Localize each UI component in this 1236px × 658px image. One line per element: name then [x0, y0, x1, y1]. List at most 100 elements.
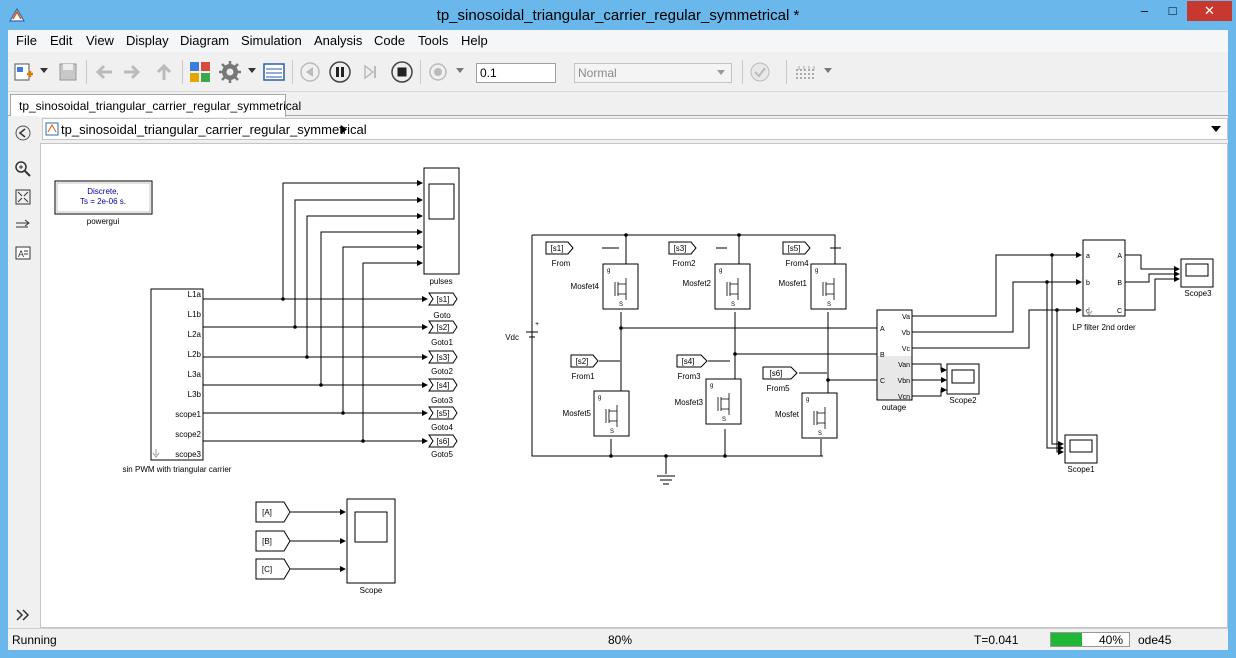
progress-label: 40%: [1099, 633, 1124, 647]
svg-text:g: g: [607, 268, 610, 274]
svg-text:From3: From3: [677, 372, 701, 381]
spwm-port-scope1: scope1: [175, 410, 201, 419]
model-config-icon[interactable]: [218, 60, 242, 84]
simulation-mode-select[interactable]: Normal: [574, 63, 732, 83]
mosfet5[interactable]: g S Mosfet5: [563, 390, 630, 437]
maximize-button[interactable]: □: [1159, 1, 1186, 21]
svg-text:[s4]: [s4]: [437, 381, 450, 390]
svg-text:Mosfet5: Mosfet5: [563, 409, 592, 418]
goto-s2[interactable]: [s2] Goto1: [428, 320, 458, 347]
goto-s3[interactable]: [s3] Goto2: [428, 350, 458, 376]
chevron-down-icon[interactable]: [456, 68, 464, 74]
minimize-button[interactable]: –: [1131, 1, 1158, 21]
forward-icon[interactable]: [120, 60, 144, 84]
mosfet[interactable]: g S Mosfet: [775, 392, 838, 439]
back-icon[interactable]: [92, 60, 116, 84]
menu-code[interactable]: Code: [374, 33, 405, 48]
build-icon[interactable]: [794, 60, 818, 84]
powergui-line1: Discrete,: [87, 187, 119, 196]
chevron-down-icon[interactable]: [1211, 126, 1221, 133]
close-button[interactable]: ✕: [1187, 1, 1232, 21]
mosfet1[interactable]: g S Mosfet1: [779, 263, 847, 310]
chevron-right-icon[interactable]: [341, 125, 347, 134]
scope-block[interactable]: Scope: [346, 498, 396, 595]
step-forward-icon[interactable]: [358, 60, 382, 84]
menu-tools[interactable]: Tools: [418, 33, 448, 48]
new-model-icon[interactable]: [12, 60, 36, 84]
vdc-source[interactable]: Vdc +: [505, 321, 539, 342]
from-c[interactable]: [C]: [255, 558, 291, 580]
record-icon[interactable]: [426, 60, 450, 84]
spwm-subsystem-block[interactable]: L1a L1b L2a L2b L3a L3b scope1 scope2 sc…: [123, 288, 232, 474]
up-icon[interactable]: [152, 60, 176, 84]
from-s6[interactable]: [s6] From5: [762, 366, 798, 393]
menu-help[interactable]: Help: [461, 33, 488, 48]
stop-time-input[interactable]: [476, 63, 556, 83]
library-browser-icon[interactable]: [188, 60, 212, 84]
model-canvas[interactable]: Discrete, Ts = 2e-06 s. powergui L1a L1b…: [40, 143, 1228, 628]
goto-s5[interactable]: [s5] Goto4: [428, 406, 458, 432]
breadcrumb-path[interactable]: tp_sinosoidal_triangular_carrier_regular…: [61, 122, 367, 137]
svg-text:Vc: Vc: [902, 346, 911, 353]
pause-icon[interactable]: [328, 60, 352, 84]
model-explorer-icon[interactable]: [262, 60, 286, 84]
menu-diagram[interactable]: Diagram: [180, 33, 229, 48]
voltage-measurement-block[interactable]: A B C Va Vb Vc Van Vbn Vcn outage: [876, 309, 913, 412]
tab-model[interactable]: tp_sinosoidal_triangular_carrier_regular…: [10, 94, 301, 117]
from-s1[interactable]: [s1] From: [545, 241, 574, 268]
lp-filter-block[interactable]: a b c A B C LP filter 2nd order: [1072, 239, 1136, 332]
annotation-icon[interactable]: A: [14, 244, 32, 262]
goto-s4[interactable]: [s4] Goto3: [428, 378, 458, 405]
expand-icon[interactable]: [14, 606, 32, 624]
mosfet3[interactable]: g S Mosfet3: [675, 378, 742, 425]
from-s3[interactable]: [s3] From2: [668, 241, 697, 268]
menu-view[interactable]: View: [86, 33, 114, 48]
save-icon[interactable]: [56, 60, 80, 84]
arrow-icon[interactable]: [14, 216, 32, 234]
svg-text:[s5]: [s5]: [437, 409, 450, 418]
svg-text:g: g: [710, 383, 713, 389]
from-a[interactable]: [A]: [255, 501, 291, 523]
powergui-block[interactable]: Discrete, Ts = 2e-06 s. powergui: [54, 180, 153, 226]
menu-analysis[interactable]: Analysis: [314, 33, 362, 48]
svg-text:Mosfet4: Mosfet4: [571, 282, 600, 291]
svg-text:Goto1: Goto1: [431, 338, 453, 347]
svg-text:From5: From5: [766, 384, 790, 393]
step-back-icon[interactable]: [298, 60, 322, 84]
menu-edit[interactable]: Edit: [50, 33, 72, 48]
stop-icon[interactable]: [390, 60, 414, 84]
mosfet4[interactable]: g S Mosfet4: [571, 263, 639, 310]
menu-display[interactable]: Display: [126, 33, 169, 48]
measurement-lines: [912, 252, 1180, 455]
goto-s6[interactable]: [s6] Goto5: [428, 434, 458, 459]
chevron-down-icon[interactable]: [40, 68, 48, 74]
goto-s1[interactable]: [s1] Goto: [428, 292, 458, 320]
from-b[interactable]: [B]: [255, 530, 291, 552]
menu-simulation[interactable]: Simulation: [241, 33, 302, 48]
chevron-down-icon[interactable]: [824, 68, 832, 74]
from-s5[interactable]: [s5] From4: [782, 241, 811, 268]
zoom-icon[interactable]: [14, 160, 32, 178]
svg-text:Mosfet1: Mosfet1: [779, 279, 808, 288]
from-s2[interactable]: [s2] From1: [570, 354, 599, 381]
menu-file[interactable]: File: [16, 33, 37, 48]
status-solver: ode45: [1138, 633, 1172, 647]
svg-text:[C]: [C]: [262, 565, 272, 574]
svg-text:Vdc: Vdc: [505, 333, 519, 342]
fit-view-icon[interactable]: [14, 188, 32, 206]
scope1-block[interactable]: Scope1: [1064, 434, 1098, 474]
hide-explorer-icon[interactable]: [14, 124, 32, 142]
scope3-block[interactable]: Scope3: [1180, 258, 1214, 298]
simulation-mode-value: Normal: [578, 66, 617, 80]
scope2-block[interactable]: Scope2: [946, 363, 980, 405]
chevron-down-icon[interactable]: [248, 68, 256, 74]
mosfet2[interactable]: g S Mosfet2: [683, 263, 751, 310]
svg-text:Va: Va: [902, 314, 910, 321]
svg-text:g: g: [598, 395, 601, 401]
pulses-scope-block[interactable]: pulses: [423, 167, 460, 286]
spwm-port-l1a: L1a: [188, 290, 202, 299]
svg-text:From2: From2: [672, 259, 696, 268]
from-s4[interactable]: [s4] From3: [676, 354, 708, 381]
svg-text:S: S: [610, 429, 614, 435]
check-icon[interactable]: [748, 60, 772, 84]
